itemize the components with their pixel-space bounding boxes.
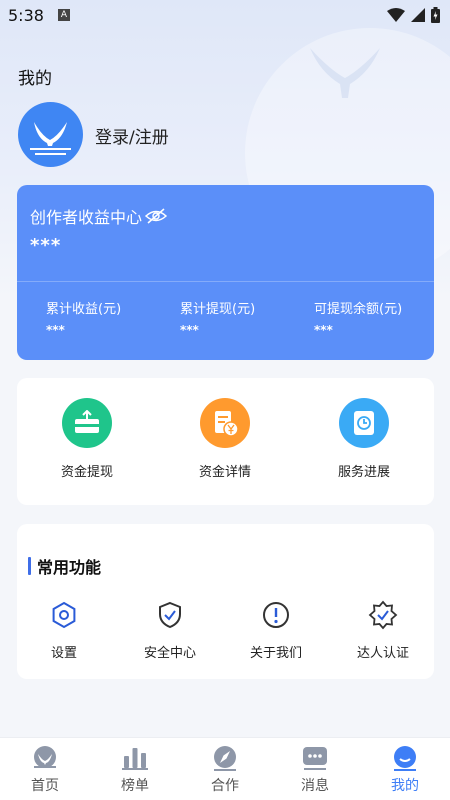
bottom-tab-bar: 首页 榜单 合作 消息 我的 [0, 737, 450, 800]
function-label: 达人认证 [356, 646, 409, 661]
fund-label: 服务进展 [337, 465, 390, 480]
settings-icon [52, 601, 76, 629]
stat-value: *** [180, 323, 199, 337]
tab-label: 消息 [301, 778, 329, 794]
tab-profile[interactable]: 我的 [360, 744, 450, 795]
whale-tail-watermark [310, 48, 380, 98]
function-label: 关于我们 [249, 646, 302, 661]
battery-icon [431, 7, 440, 23]
page-title: 我的 [18, 69, 52, 89]
profile-icon [394, 746, 416, 771]
shield-check-icon [159, 601, 181, 629]
tab-label: 首页 [31, 778, 59, 794]
settings-button[interactable]: 设置 [14, 600, 114, 661]
fund-label: 资金提现 [60, 465, 113, 480]
clock-doc-icon [339, 398, 389, 448]
fund-label: 资金详情 [198, 465, 251, 480]
tab-cooperation[interactable]: 合作 [180, 744, 270, 795]
tab-messages[interactable]: 消息 [270, 744, 360, 795]
tab-ranking[interactable]: 榜单 [90, 744, 180, 795]
tab-label: 合作 [211, 778, 239, 794]
receipt-yen-icon [200, 398, 250, 448]
stat-label: 累计收益(元) [46, 302, 122, 317]
fund-details-button[interactable]: 资金详情 [155, 398, 295, 480]
divider [17, 281, 434, 282]
status-bar: 5:38 A [0, 0, 450, 32]
expert-certification-button[interactable]: 达人认证 [333, 600, 433, 661]
security-center-button[interactable]: 安全中心 [120, 600, 220, 661]
funds-card: 资金提现 资金详情 服务进展 [17, 378, 434, 505]
ranking-icon [122, 748, 148, 770]
earnings-card[interactable]: 创作者收益中心 *** 累计收益(元) *** 累计提现(元) *** 可提现余… [17, 185, 434, 360]
whale-tail-logo-icon [30, 122, 71, 155]
tab-label: 我的 [391, 778, 419, 794]
stat-total-earnings: 累计收益(元) *** [46, 298, 121, 337]
notification-icon: A [58, 9, 70, 21]
login-register-link[interactable]: 登录/注册 [95, 123, 169, 148]
eye-off-icon[interactable] [145, 208, 168, 224]
section-accent-bar [28, 557, 31, 575]
wallet-withdraw-icon [62, 398, 112, 448]
stat-value: *** [46, 323, 65, 337]
stat-value: *** [314, 323, 333, 337]
tab-label: 榜单 [121, 778, 149, 794]
about-us-button[interactable]: 关于我们 [226, 600, 326, 661]
function-label: 安全中心 [143, 646, 196, 661]
stat-total-withdrawn: 累计提现(元) *** [180, 298, 255, 337]
function-label: 设置 [50, 646, 77, 661]
signal-icon [411, 8, 425, 22]
tab-home[interactable]: 首页 [0, 744, 90, 795]
service-progress-button[interactable]: 服务进展 [294, 398, 434, 480]
common-functions-card: 常用功能 设置 安全中心 关于我们 达人认证 [17, 524, 434, 679]
stat-label: 可提现余额(元) [314, 302, 403, 317]
section-title: 常用功能 [37, 558, 102, 577]
badge-check-icon [368, 600, 398, 630]
status-time: 5:38 [8, 6, 44, 25]
earnings-total: *** [30, 235, 62, 256]
message-icon [303, 747, 327, 770]
earnings-title: 创作者收益中心 [30, 208, 143, 227]
info-circle-icon [263, 602, 289, 628]
home-icon [34, 746, 56, 768]
stat-label: 累计提现(元) [180, 302, 256, 317]
fund-withdraw-button[interactable]: 资金提现 [17, 398, 157, 480]
stat-available-balance: 可提现余额(元) *** [314, 298, 402, 337]
compass-icon [214, 746, 236, 771]
wifi-icon [387, 8, 405, 22]
avatar[interactable] [18, 102, 83, 167]
